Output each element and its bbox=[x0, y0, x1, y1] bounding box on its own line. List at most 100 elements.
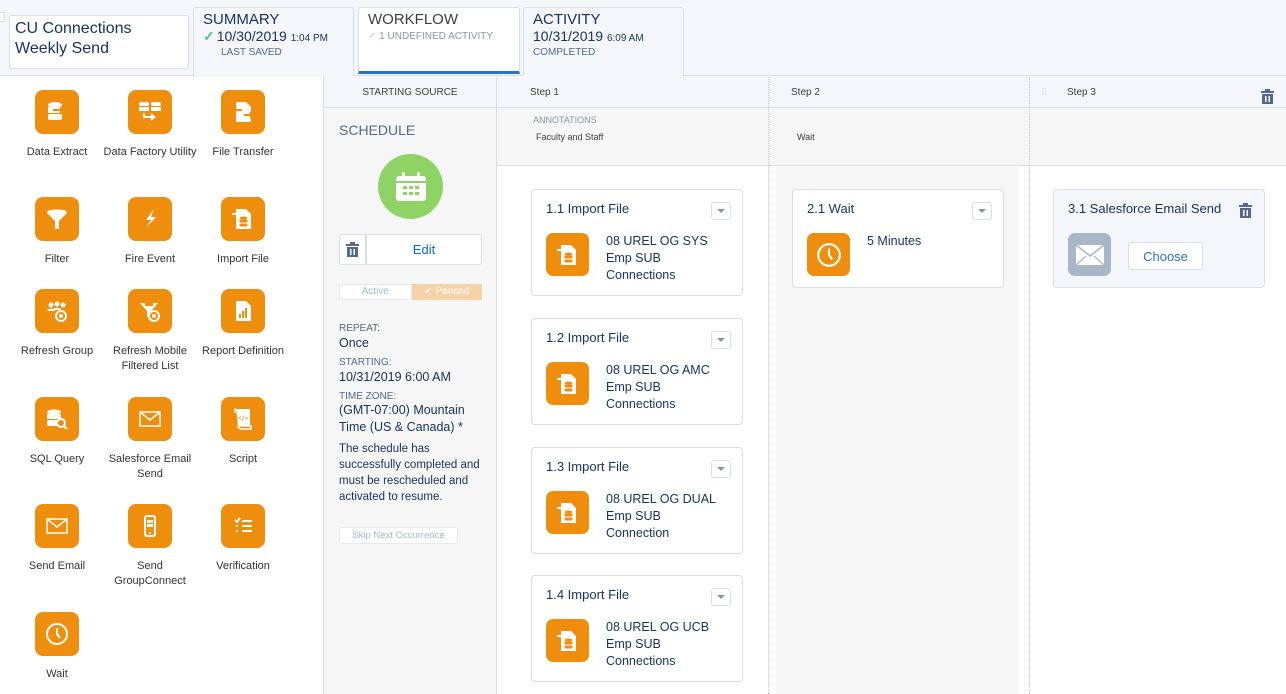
activity-card-1-2[interactable]: 1.2 Import File 08 UREL OG AMC Emp SUB C… bbox=[531, 318, 743, 425]
activity-time: 6:09 AM bbox=[606, 33, 644, 44]
report-icon bbox=[221, 289, 265, 333]
import-file-icon bbox=[546, 619, 589, 662]
edit-schedule-button[interactable]: Edit bbox=[366, 234, 482, 265]
starting-source-header: STARTING SOURCE bbox=[324, 77, 496, 108]
palette-item-script[interactable]: </> Script bbox=[193, 397, 293, 467]
activity-card-2-1[interactable]: 2.1 Wait 5 Minutes bbox=[792, 189, 1004, 288]
tab-title: SUMMARY bbox=[203, 11, 280, 28]
lightning-icon bbox=[128, 197, 172, 241]
choose-email-button[interactable]: Choose bbox=[1128, 242, 1203, 270]
saved-status: LAST SAVED bbox=[221, 47, 282, 58]
trash-icon bbox=[1239, 203, 1252, 218]
calendar-icon[interactable] bbox=[378, 154, 443, 219]
sql-query-icon bbox=[35, 397, 79, 441]
journey-title-input[interactable]: CU Connections Weekly Send bbox=[9, 15, 189, 69]
tab-title: WORKFLOW bbox=[368, 11, 458, 28]
palette-item-data-extract[interactable]: Data Extract bbox=[7, 90, 107, 160]
toggle-paused[interactable]: ✓ Paused bbox=[411, 284, 482, 300]
import-file-icon bbox=[546, 362, 589, 405]
activity-menu-button[interactable] bbox=[711, 331, 731, 349]
import-file-icon bbox=[221, 197, 265, 241]
schedule-details: REPEAT: Once STARTING: 10/31/2019 6:00 A… bbox=[339, 323, 494, 505]
clock-icon bbox=[807, 233, 850, 276]
activity-description[interactable]: 08 UREL OG SYS Emp SUB Connections bbox=[606, 233, 726, 284]
collapse-handle[interactable] bbox=[0, 12, 5, 22]
email-icon bbox=[35, 504, 79, 548]
tab-activity[interactable]: ACTIVITY 10/31/2019 6:09 AM COMPLETED bbox=[523, 7, 684, 76]
delete-activity-button[interactable] bbox=[1239, 203, 1252, 223]
activity-card-1-4[interactable]: 1.4 Import File 08 UREL OG UCB Emp SUB C… bbox=[531, 575, 743, 682]
step-2-header: Step 2 bbox=[768, 77, 1029, 108]
trash-icon bbox=[1261, 89, 1274, 104]
checklist-icon bbox=[221, 504, 265, 548]
palette-item-salesforce-email-send[interactable]: Salesforce Email Send bbox=[100, 397, 200, 482]
toggle-active[interactable]: Active bbox=[339, 284, 412, 300]
data-extract-icon bbox=[35, 90, 79, 134]
chevron-down-icon bbox=[717, 338, 725, 342]
chevron-down-icon bbox=[978, 209, 986, 213]
palette-item-import-file[interactable]: Import File bbox=[193, 197, 293, 267]
undefined-activity-count: 1 UNDEFINED ACTIVITY bbox=[379, 31, 494, 42]
palette-item-refresh-mobile-filtered-list[interactable]: Refresh Mobile Filtered List bbox=[100, 289, 200, 374]
activity-card-1-3[interactable]: 1.3 Import File 08 UREL OG DUAL Emp SUB … bbox=[531, 447, 743, 554]
activity-description[interactable]: 08 UREL OG DUAL Emp SUB Connection bbox=[606, 491, 726, 542]
palette-item-sql-query[interactable]: SQL Query bbox=[7, 397, 107, 467]
delete-schedule-button[interactable] bbox=[339, 234, 366, 265]
chevron-down-icon bbox=[717, 209, 725, 213]
tab-title: ACTIVITY bbox=[533, 11, 601, 28]
activity-title: 1.2 Import File bbox=[546, 330, 630, 345]
trash-icon bbox=[346, 242, 359, 257]
palette-item-fire-event[interactable]: Fire Event bbox=[100, 197, 200, 267]
script-icon: </> bbox=[221, 397, 265, 441]
activity-description[interactable]: 08 UREL OG AMC Emp SUB Connections bbox=[606, 362, 726, 413]
tab-workflow[interactable]: WORKFLOW ✓ 1 UNDEFINED ACTIVITY bbox=[358, 7, 520, 74]
activity-menu-button[interactable] bbox=[711, 202, 731, 220]
email-icon bbox=[128, 397, 172, 441]
activity-title: 1.1 Import File bbox=[546, 201, 630, 216]
activity-date: 10/31/2019 bbox=[533, 28, 604, 44]
palette-item-send-groupconnect[interactable]: Send GroupConnect bbox=[100, 504, 200, 589]
email-icon bbox=[1068, 233, 1111, 276]
activity-menu-button[interactable] bbox=[711, 460, 731, 478]
activity-menu-button[interactable] bbox=[711, 588, 731, 606]
step-3-header: ⠿ Step 3 bbox=[1029, 77, 1286, 108]
palette-item-file-transfer[interactable]: File Transfer bbox=[193, 90, 293, 160]
schedule-message: The schedule has successfully completed … bbox=[339, 443, 480, 503]
activity-description[interactable]: 5 Minutes bbox=[867, 233, 987, 250]
schedule-status-toggle[interactable]: Active ✓ Paused bbox=[339, 284, 482, 300]
refresh-mobile-list-icon bbox=[128, 289, 172, 333]
activity-title: 1.4 Import File bbox=[546, 587, 630, 602]
palette-item-send-email[interactable]: Send Email bbox=[7, 504, 107, 574]
palette-item-refresh-group[interactable]: Refresh Group bbox=[7, 289, 107, 359]
activity-menu-button[interactable] bbox=[972, 202, 992, 220]
starting-source-column: STARTING SOURCE SCHEDULE Edit Active ✓ P… bbox=[324, 77, 497, 694]
activity-card-3-1[interactable]: 3.1 Salesforce Email Send Choose bbox=[1053, 189, 1265, 288]
check-icon: ✓ bbox=[424, 286, 436, 297]
import-file-icon bbox=[546, 491, 589, 534]
file-transfer-icon bbox=[221, 90, 265, 134]
schedule-title: SCHEDULE bbox=[339, 122, 416, 138]
annotation-text[interactable]: Faculty and Staff bbox=[536, 132, 603, 142]
skip-next-occurrence-button[interactable]: Skip Next Occurrence bbox=[339, 527, 458, 544]
activity-status: COMPLETED bbox=[533, 47, 596, 58]
mobile-icon bbox=[128, 504, 172, 548]
palette-item-wait[interactable]: Wait bbox=[7, 612, 107, 682]
step-1-header: Step 1 bbox=[497, 77, 768, 108]
starting-value: 10/31/2019 6:00 AM bbox=[339, 370, 451, 384]
drag-handle-icon[interactable]: ⠿ bbox=[1041, 77, 1048, 108]
timezone-value: (GMT-07:00) Mountain Time (US & Canada) … bbox=[339, 403, 465, 434]
palette-item-data-factory-utility[interactable]: Data Factory Utility bbox=[100, 90, 200, 160]
undefined-activity-icon: ✓ bbox=[368, 31, 377, 42]
workflow-canvas: STARTING SOURCE SCHEDULE Edit Active ✓ P… bbox=[324, 77, 1286, 694]
palette-item-report-definition[interactable]: Report Definition bbox=[193, 289, 293, 359]
activity-card-1-1[interactable]: 1.1 Import File 08 UREL OG SYS Emp SUB C… bbox=[531, 189, 743, 296]
step-1-annotations: ANNOTATIONS Faculty and Staff bbox=[533, 115, 604, 142]
palette-item-verification[interactable]: Verification bbox=[193, 504, 293, 574]
saved-time: 1:04 PM bbox=[290, 33, 328, 44]
palette-item-filter[interactable]: Filter bbox=[7, 197, 107, 267]
annotation-text[interactable]: Wait bbox=[797, 132, 815, 142]
activity-description[interactable]: 08 UREL OG UCB Emp SUB Connections bbox=[606, 619, 726, 670]
saved-date: 10/30/2019 bbox=[216, 28, 287, 44]
tab-summary[interactable]: SUMMARY ✓ 10/30/2019 1:04 PM LAST SAVED bbox=[193, 7, 354, 76]
data-factory-icon bbox=[128, 90, 172, 134]
